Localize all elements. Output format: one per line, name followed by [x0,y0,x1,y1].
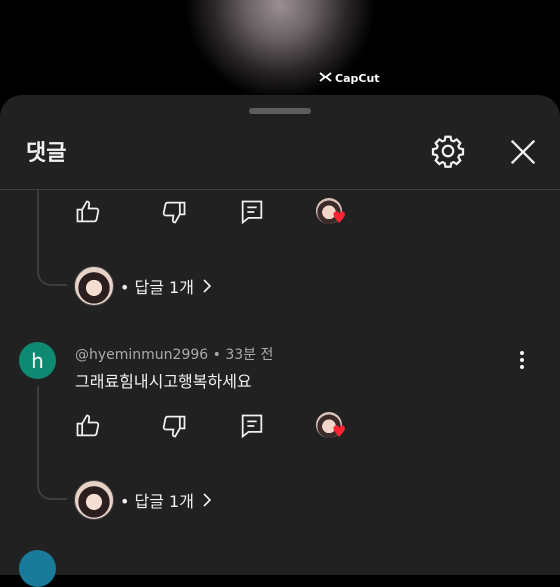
header-divider [0,189,560,190]
dislike-button[interactable] [160,412,188,440]
commenter-avatar[interactable]: h [19,342,56,379]
drag-handle[interactable] [249,108,311,114]
watermark-text: CapCut [335,72,380,85]
creator-heart: ♥ [316,198,350,232]
comment-icon [241,200,263,225]
creator-heart: ♥ [316,412,350,446]
capcut-logo-icon [319,72,332,85]
thumbs-down-icon [162,415,186,438]
like-button[interactable] [74,412,102,440]
next-commenter-avatar[interactable] [19,550,56,587]
close-icon [510,139,536,165]
reply-button[interactable] [238,412,266,440]
capcut-watermark: CapCut [319,72,380,85]
thread-line [37,386,39,482]
reply-button[interactable] [238,198,266,226]
avatar-letter: h [31,348,44,373]
sheet-title: 댓글 [26,141,67,166]
comment-icon [241,414,263,439]
chevron-right-icon [203,279,212,293]
comment-meta: @hyeminmun2996 • 33분 전 [75,347,274,363]
close-button[interactable] [506,135,540,169]
settings-button[interactable] [430,133,466,169]
replier-avatar [74,266,114,306]
like-button[interactable] [74,198,102,226]
thread-line [37,190,39,268]
view-replies-button[interactable]: • 답글 1개 [74,480,212,520]
heart-icon: ♥ [332,422,347,441]
chevron-right-icon [203,493,212,507]
reply-count: • 답글 1개 [120,492,194,511]
dislike-button[interactable] [160,198,188,226]
comment-text: 그래료힘내시고행복하세요 [75,372,252,391]
replier-avatar [74,480,114,520]
thumbs-up-icon [76,414,100,437]
video-preview[interactable]: CapCut [0,0,560,100]
gear-icon [431,135,465,168]
view-replies-button[interactable]: • 답글 1개 [74,266,212,306]
more-options-button[interactable] [512,348,532,372]
thumbs-up-icon [76,200,100,223]
thumbs-down-icon [162,201,186,224]
heart-icon: ♥ [332,208,347,227]
reply-count: • 답글 1개 [120,278,194,297]
more-vertical-icon [520,351,524,369]
